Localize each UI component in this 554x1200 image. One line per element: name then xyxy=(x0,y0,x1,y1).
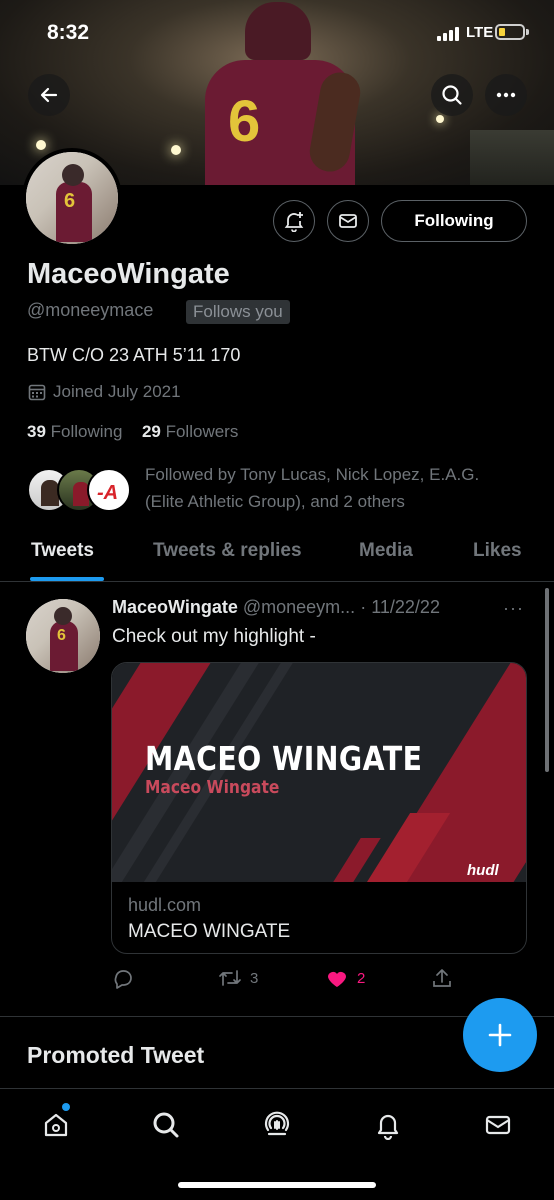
handle: @moneeymace xyxy=(27,300,154,320)
tab-tweets-replies[interactable]: Tweets & replies xyxy=(153,540,302,562)
notifications-icon xyxy=(377,1114,399,1140)
signal-icon xyxy=(437,27,459,41)
scrollbar[interactable] xyxy=(545,588,549,772)
bell-plus-icon xyxy=(284,212,304,232)
more-button[interactable] xyxy=(485,74,527,116)
bio: BTW C/O 23 ATH 5’11 170 xyxy=(27,345,241,365)
tab-tweets[interactable]: Tweets xyxy=(31,540,94,562)
promoted-tweet-heading: Promoted Tweet xyxy=(27,1042,205,1068)
share-button[interactable] xyxy=(431,967,453,989)
tweet-more-icon[interactable]: ··· xyxy=(503,598,524,619)
battery-icon xyxy=(495,24,525,40)
reply-button[interactable] xyxy=(112,967,134,989)
more-icon xyxy=(496,92,516,98)
spaces-icon xyxy=(264,1111,290,1136)
link-card[interactable]: MACEO WINGATE Maceo Wingate hudl hudl.co… xyxy=(111,662,527,954)
card-caption: MACEO WINGATE xyxy=(128,921,291,942)
joined-label: Joined July 2021 xyxy=(53,382,181,401)
like-count: 2 xyxy=(357,969,366,987)
nav-spaces[interactable] xyxy=(257,1105,297,1145)
retweet-icon xyxy=(219,970,241,986)
reply-icon xyxy=(114,970,132,989)
card-title: MACEO WINGATE xyxy=(145,739,423,778)
profile-avatar[interactable]: 6 xyxy=(22,148,122,248)
search-button[interactable] xyxy=(431,74,473,116)
avatar: -A xyxy=(87,468,131,512)
following-stat[interactable]: 39 Following xyxy=(27,422,122,441)
hudl-logo: hudl xyxy=(467,862,499,879)
card-domain: hudl.com xyxy=(128,895,202,915)
calendar-icon xyxy=(28,384,46,401)
card-image: MACEO WINGATE Maceo Wingate hudl xyxy=(112,663,526,882)
notification-dot xyxy=(62,1103,70,1111)
retweet-count: 3 xyxy=(250,969,259,987)
heart-filled-icon xyxy=(328,972,346,987)
card-subtitle: Maceo Wingate xyxy=(145,777,280,798)
plus-icon xyxy=(488,1023,512,1047)
nav-home[interactable] xyxy=(36,1105,76,1145)
tweet-author-name[interactable]: MaceoWingate xyxy=(112,597,238,617)
tweet-actions: 3 2 xyxy=(0,965,554,995)
nav-search[interactable] xyxy=(146,1105,186,1145)
tweet-avatar[interactable]: 6 xyxy=(26,599,100,673)
tweet-text: Check out my highlight - xyxy=(112,626,316,647)
tab-likes[interactable]: Likes xyxy=(473,540,522,562)
tweet-date[interactable]: 11/22/22 xyxy=(371,597,440,617)
active-tab-indicator xyxy=(30,577,104,581)
follow-stats: 39 Following 29 Followers xyxy=(27,422,238,442)
follows-you-badge: Follows you xyxy=(186,300,290,324)
search-icon xyxy=(153,1112,179,1138)
followed-by-avatars[interactable]: -A xyxy=(27,468,137,514)
back-arrow-icon xyxy=(40,87,58,103)
network-label: LTE xyxy=(466,24,494,41)
clock: 8:32 xyxy=(47,21,90,44)
envelope-icon xyxy=(339,214,357,228)
profile-tabs: Tweets Tweets & replies Media Likes xyxy=(0,530,554,582)
notify-button[interactable] xyxy=(273,200,315,242)
home-indicator[interactable] xyxy=(178,1182,376,1188)
compose-tweet-button[interactable] xyxy=(463,998,537,1072)
like-button[interactable]: 2 xyxy=(325,967,365,989)
following-button[interactable]: Following xyxy=(381,200,527,242)
followers-stat[interactable]: 29 Followers xyxy=(142,422,238,441)
status-bar: 8:32 LTE xyxy=(0,0,554,66)
home-icon xyxy=(44,1113,68,1137)
retweet-button[interactable]: 3 xyxy=(218,967,258,989)
nav-notifications[interactable] xyxy=(368,1105,408,1145)
followed-by-text[interactable]: Followed by Tony Lucas, Nick Lopez, E.A.… xyxy=(145,461,515,515)
tweet-author-handle[interactable]: @moneeym... xyxy=(243,597,355,617)
tab-media[interactable]: Media xyxy=(359,540,413,562)
search-icon xyxy=(442,85,462,105)
nav-messages[interactable] xyxy=(478,1105,518,1145)
messages-icon xyxy=(485,1115,511,1135)
back-button[interactable] xyxy=(28,74,70,116)
share-icon xyxy=(433,969,451,987)
message-button[interactable] xyxy=(327,200,369,242)
tweet-header: MaceoWingate @moneeym... · 11/22/22 xyxy=(112,597,440,617)
display-name: MaceoWingate xyxy=(27,258,230,290)
joined-date: Joined July 2021 xyxy=(27,382,181,402)
